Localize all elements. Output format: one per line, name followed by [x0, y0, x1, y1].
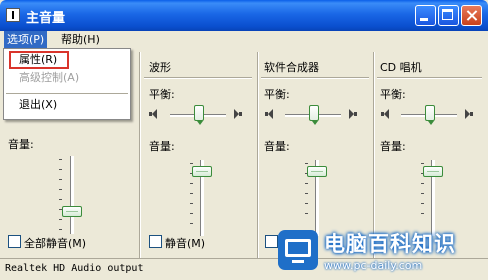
speaker-left-icon — [381, 109, 389, 119]
device-name: Realtek HD Audio output — [5, 263, 144, 274]
volume-slider[interactable] — [192, 166, 212, 178]
app-icon[interactable] — [6, 8, 20, 22]
mute-label: 静音(M) — [165, 237, 206, 250]
window-title: 主音量 — [26, 11, 66, 26]
master-volume-track — [70, 156, 74, 234]
balance-label: 平衡: — [149, 88, 175, 101]
master-volume-label: 音量: — [8, 138, 34, 151]
menu-help[interactable]: 帮助(H) — [58, 31, 103, 48]
master-volume-slider[interactable] — [62, 206, 82, 218]
volume-label: 音量: — [264, 140, 290, 153]
column-separator — [139, 52, 141, 258]
volume-slider[interactable] — [423, 166, 443, 178]
speaker-left-icon — [265, 109, 273, 119]
menu-options[interactable]: 选项(P) — [4, 31, 48, 48]
menu-item-exit[interactable]: 退出(X) — [19, 97, 57, 113]
watermark-url: www.pc-daily.com — [324, 259, 423, 272]
mute-checkbox[interactable] — [149, 235, 162, 248]
divider — [144, 77, 252, 79]
balance-label: 平衡: — [264, 88, 290, 101]
balance-label: 平衡: — [380, 88, 406, 101]
title-bar[interactable]: 主音量 — [0, 0, 488, 31]
channel-name: CD 唱机 — [380, 61, 422, 74]
channel-name: 波形 — [149, 61, 171, 74]
speaker-left-icon — [149, 109, 157, 119]
speaker-right-icon — [465, 109, 473, 119]
balance-slider[interactable] — [425, 105, 435, 125]
minimize-button[interactable] — [415, 5, 436, 26]
divider — [261, 77, 369, 79]
balance-slider[interactable] — [194, 105, 204, 125]
channel-name: 软件合成器 — [264, 61, 319, 74]
balance-slider[interactable] — [309, 105, 319, 125]
speaker-right-icon — [234, 109, 242, 119]
monitor-icon — [278, 230, 318, 270]
options-dropdown: 属性(R) 高级控制(A) 退出(X) — [3, 48, 131, 120]
divider — [377, 77, 482, 79]
maximize-button[interactable] — [438, 5, 459, 26]
volume-slider[interactable] — [307, 166, 327, 178]
mute-all-checkbox[interactable] — [8, 235, 21, 248]
menu-bar: 选项(P) 帮助(H) — [0, 31, 488, 48]
volume-label: 音量: — [149, 140, 175, 153]
menu-item-properties[interactable]: 属性(R) — [19, 52, 57, 68]
volume-label: 音量: — [380, 140, 406, 153]
mute-all-label: 全部静音(M) — [24, 237, 87, 250]
speaker-right-icon — [349, 109, 357, 119]
menu-separator — [6, 93, 128, 94]
channel-wave: 波形 平衡: 音量: 静音(M) — [142, 52, 257, 258]
close-button[interactable] — [461, 5, 482, 26]
watermark: 电脑百科知识 www.pc-daily.com — [272, 222, 488, 279]
menu-item-advanced-controls: 高级控制(A) — [19, 71, 80, 84]
watermark-title: 电脑百科知识 — [324, 232, 456, 256]
